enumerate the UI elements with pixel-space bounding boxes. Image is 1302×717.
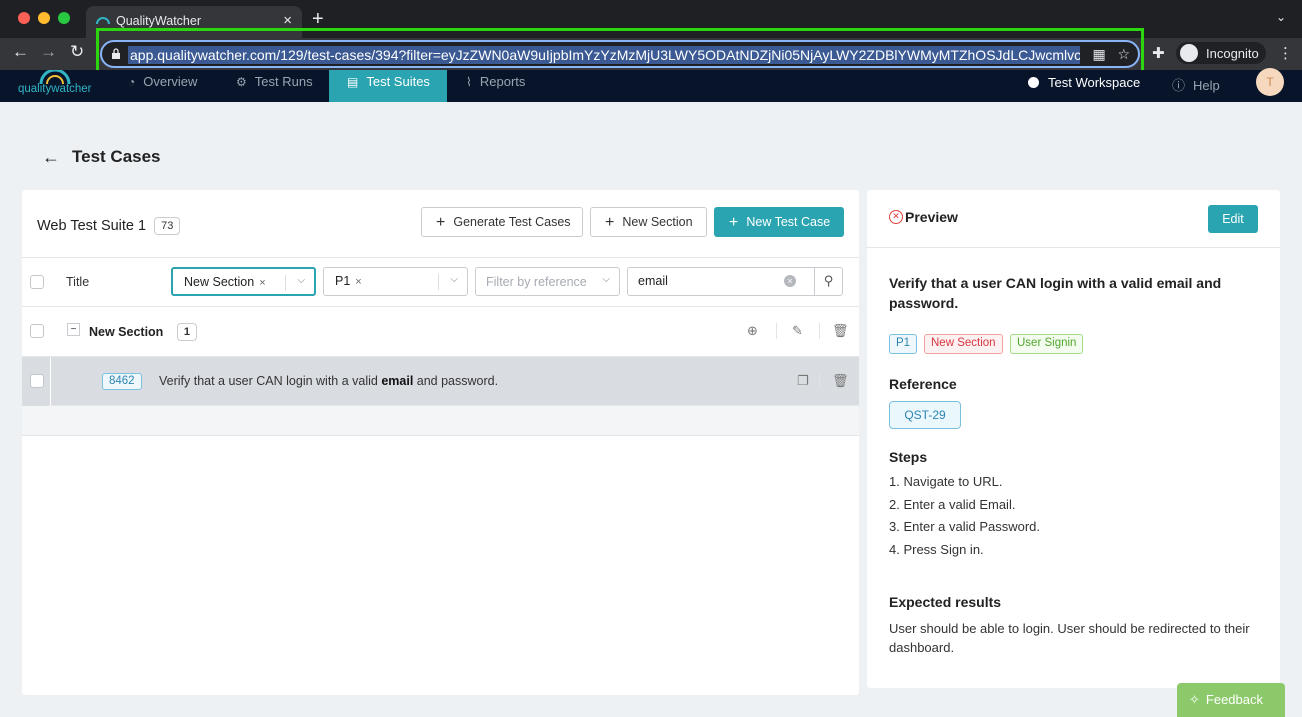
search-input-value: email <box>638 274 668 288</box>
section-filter-select[interactable]: New Section × ⌵ <box>171 267 316 296</box>
test-cases-panel: Web Test Suite 1 73 + Generate Test Cases… <box>22 190 859 695</box>
copy-icon[interactable]: ❐ <box>797 373 809 389</box>
app-navbar: qualitywatcher ◔ Overview ⚙ Test Runs ▤ Tes… <box>0 70 1302 102</box>
sparkle-icon: ✧ <box>1189 692 1200 707</box>
search-input[interactable]: email × ⚲ <box>627 267 843 296</box>
minimize-window-button[interactable] <box>38 12 50 24</box>
plus-icon: + <box>436 214 446 231</box>
new-section-button[interactable]: + New Section <box>590 207 707 237</box>
select-all-checkbox[interactable] <box>30 275 44 289</box>
section-filter-chip: New Section × <box>184 275 266 289</box>
section-checkbox[interactable] <box>30 324 44 338</box>
incognito-icon <box>1180 44 1198 62</box>
delete-trash-icon[interactable]: 🗑 <box>832 373 849 389</box>
reference-filter-placeholder: Filter by reference <box>486 275 587 289</box>
qualitywatcher-favicon-icon <box>96 17 110 25</box>
table-row[interactable]: 8462 Verify that a user CAN login with a… <box>22 357 859 406</box>
priority-filter-chip: P1 × <box>335 274 362 288</box>
page-title: Test Cases <box>72 147 161 166</box>
empty-row <box>22 406 859 436</box>
workspace-switcher[interactable]: Test Workspace <box>1028 75 1140 90</box>
tag-priority: P1 <box>889 334 918 354</box>
chevron-down-icon[interactable]: ⌵ <box>602 274 610 285</box>
steps-list: 1. Navigate to URL. 2. Enter a valid Ema… <box>889 474 1040 564</box>
preview-case-title: Verify that a user CAN login with a vali… <box>889 275 1222 311</box>
tag-user-signin: User Signin <box>1010 334 1084 354</box>
title-column-header: Title <box>66 275 90 289</box>
steps-heading: Steps <box>889 449 928 465</box>
feedback-button[interactable]: ✧ Feedback <box>1177 683 1285 717</box>
remove-chip-icon[interactable]: × <box>259 277 265 289</box>
tag-section: New Section <box>924 334 1003 354</box>
list-item: 3. Enter a valid Password. <box>889 519 1041 534</box>
search-icon[interactable]: ⚲ <box>814 268 842 295</box>
maximize-window-button[interactable] <box>58 12 70 24</box>
filter-row: Title New Section × ⌵ P1 × ⌵ Filter by ref… <box>22 257 859 307</box>
remove-chip-icon[interactable]: × <box>355 276 361 288</box>
gear-icon: ⚙ <box>236 75 247 89</box>
nav-test-suites[interactable]: ▤ Test Suites <box>329 70 447 102</box>
case-checkbox[interactable] <box>30 374 44 388</box>
tab-search-chevron-icon[interactable]: ⌄ <box>1276 10 1286 24</box>
nav-overview[interactable]: ◔ Overview <box>128 70 218 102</box>
list-item: 1. Navigate to URL. <box>889 474 1003 489</box>
chevron-down-icon[interactable]: ⌵ <box>297 275 305 286</box>
list-item: 4. Press Sign in. <box>889 541 984 557</box>
close-preview-icon[interactable]: ✕ <box>889 210 903 224</box>
delete-trash-icon[interactable]: 🗑 <box>832 323 849 339</box>
forward-arrow-icon[interactable]: → <box>40 42 57 62</box>
overview-icon: ◔ <box>128 75 136 89</box>
chevron-down-icon[interactable]: ⌵ <box>450 274 458 285</box>
logo-arc-icon <box>39 70 71 84</box>
plus-icon: + <box>729 214 739 231</box>
chart-icon: ⌇ <box>466 75 472 89</box>
preview-panel: ✕ Preview Edit Verify that a user CAN lo… <box>867 190 1280 688</box>
list-item: 2. Enter a valid Email. <box>889 496 1016 512</box>
back-arrow-icon[interactable]: ← <box>12 42 29 62</box>
expected-results-heading: Expected results <box>889 594 1002 610</box>
section-name: New Section 1 <box>89 323 197 341</box>
close-window-button[interactable] <box>18 12 30 24</box>
nav-reports[interactable]: ⌇ Reports <box>466 70 556 102</box>
priority-filter-select[interactable]: P1 × ⌵ <box>323 267 468 296</box>
tab-close-icon[interactable]: × <box>283 12 292 29</box>
suite-count-badge: 73 <box>154 217 181 235</box>
incognito-profile[interactable]: Incognito <box>1176 42 1266 64</box>
new-test-case-button[interactable]: + New Test Case <box>714 207 844 237</box>
nav-test-runs[interactable]: ⚙ Test Runs <box>236 70 326 102</box>
reference-filter-select[interactable]: Filter by reference ⌵ <box>475 267 620 296</box>
workspace-icon <box>1028 77 1039 88</box>
document-icon: ▤ <box>347 75 359 89</box>
preview-header: ✕ Preview Edit <box>867 190 1280 248</box>
plus-icon: + <box>605 214 615 231</box>
case-title[interactable]: Verify that a user CAN login with a vali… <box>159 374 498 388</box>
incognito-label: Incognito <box>1206 46 1259 61</box>
case-id-badge[interactable]: 8462 <box>102 373 142 390</box>
edit-button[interactable]: Edit <box>1208 205 1258 233</box>
edit-pencil-icon[interactable]: ✎ <box>792 323 803 339</box>
reference-badge[interactable]: QST-29 <box>889 401 961 429</box>
collapse-section-icon[interactable]: − <box>67 323 80 336</box>
logo[interactable]: qualitywatcher <box>18 83 92 95</box>
preview-title: Preview <box>905 209 958 225</box>
help-icon: ⓘ <box>1172 78 1186 93</box>
back-arrow-icon[interactable]: ← <box>42 147 60 168</box>
extensions-puzzle-icon[interactable]: ✚ <box>1152 44 1165 62</box>
tab-title: QualityWatcher <box>116 14 201 28</box>
section-count-badge: 1 <box>176 323 197 341</box>
generate-test-cases-button[interactable]: + Generate Test Cases <box>421 207 583 237</box>
browser-menu-icon[interactable]: ⋮ <box>1278 44 1293 62</box>
clear-search-icon[interactable]: × <box>784 275 796 287</box>
user-avatar[interactable]: T <box>1256 68 1284 96</box>
help-link[interactable]: ⓘ Help <box>1172 75 1220 94</box>
add-case-icon[interactable]: ⊕ <box>747 323 758 339</box>
address-bar-highlight <box>96 28 1144 74</box>
reload-icon[interactable]: ↻ <box>70 42 84 62</box>
reference-heading: Reference <box>889 376 957 392</box>
section-row[interactable]: − New Section 1 ⊕ ✎ 🗑 <box>22 307 859 357</box>
suite-title: Web Test Suite 1 73 <box>37 217 181 235</box>
expected-results-text: User should be able to login. User shoul… <box>889 621 1250 655</box>
